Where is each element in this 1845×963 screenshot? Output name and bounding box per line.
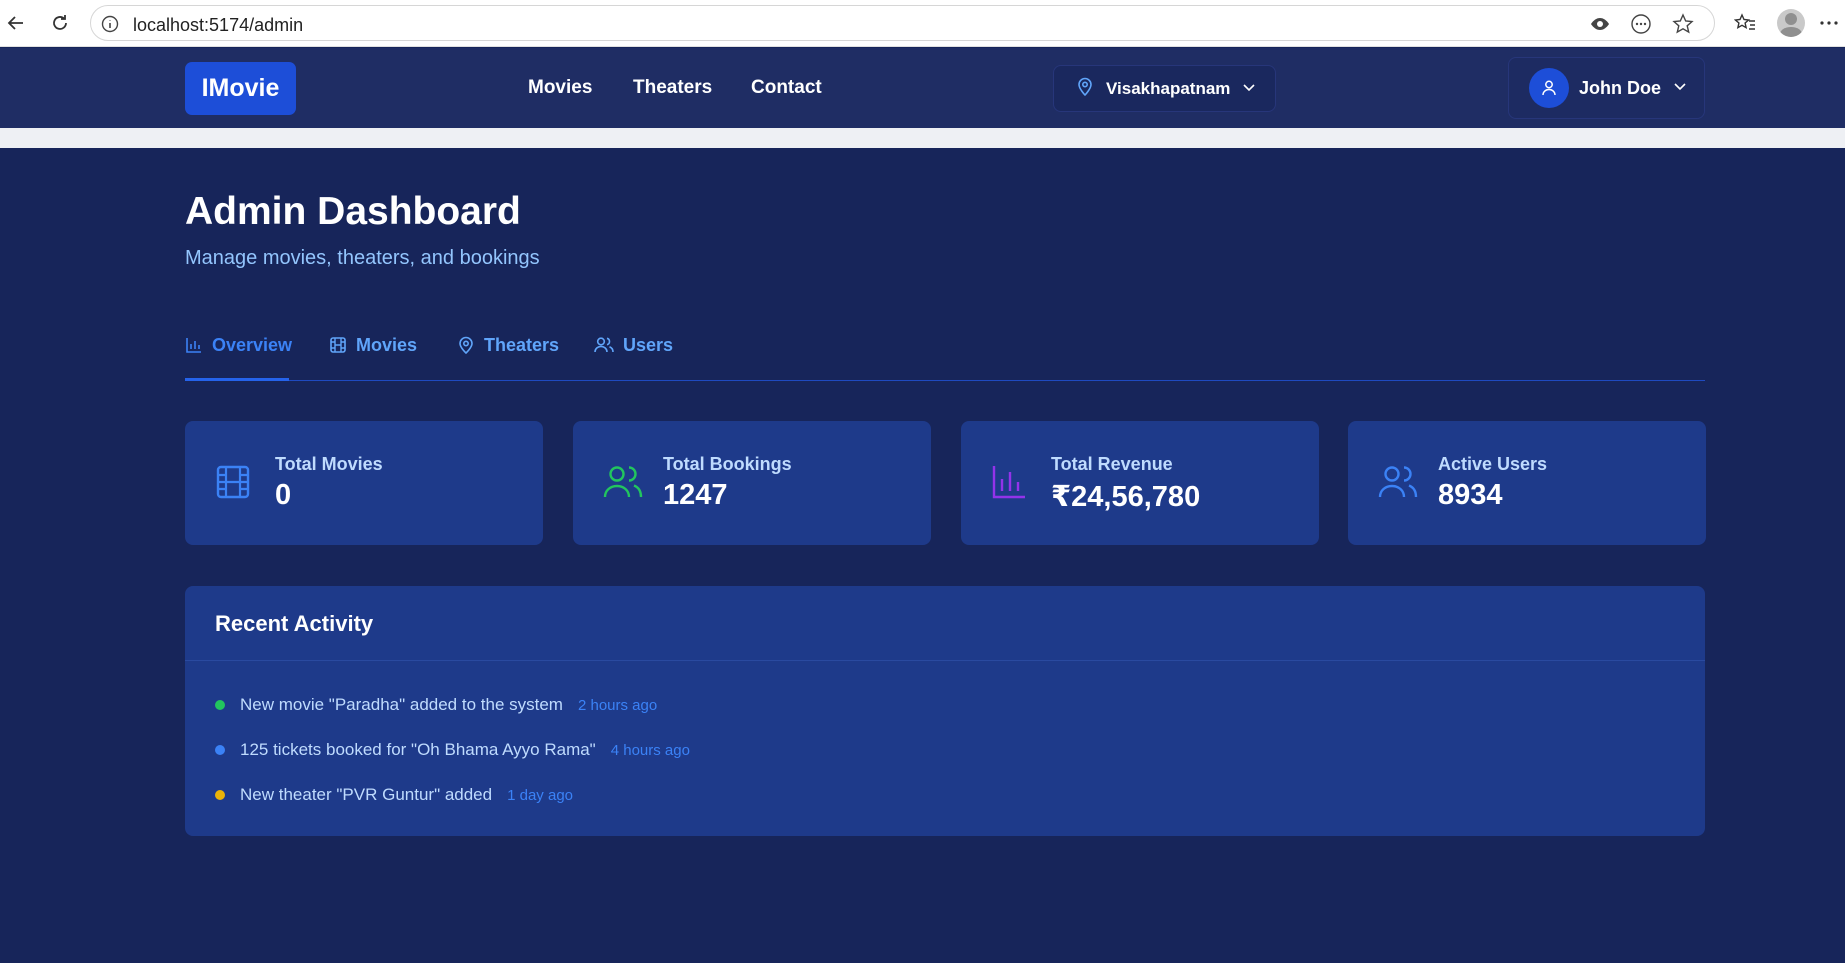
address-bar[interactable]: localhost:5174/admin — [90, 5, 1715, 41]
stat-card-total-movies: Total Movies 0 — [185, 421, 543, 545]
activity-item: New movie "Paradha" added to the system … — [215, 695, 657, 715]
activity-header: Recent Activity — [185, 586, 1705, 661]
page-subtitle: Manage movies, theaters, and bookings — [185, 247, 540, 269]
tab-label: Theaters — [484, 335, 560, 355]
ellipsis-icon[interactable] — [1816, 10, 1842, 36]
activity-time: 4 hours ago — [610, 741, 690, 759]
users-icon — [594, 336, 614, 359]
user-menu[interactable]: John Doe — [1508, 57, 1705, 119]
film-icon — [215, 464, 251, 505]
user-avatar — [1529, 68, 1569, 108]
activity-text: New movie "Paradha" added to the system — [240, 695, 563, 714]
stat-value: 8934 — [1438, 479, 1503, 511]
status-dot — [215, 700, 225, 710]
site-info-icon[interactable] — [101, 15, 119, 38]
activity-text: New theater "PVR Guntur" added — [240, 785, 493, 804]
eye-icon[interactable] — [1588, 12, 1612, 36]
stat-value: ₹24,56,780 — [1051, 481, 1201, 513]
chevron-down-icon — [1242, 80, 1256, 98]
tab-movies[interactable]: Movies — [329, 333, 417, 381]
tab-label: Overview — [212, 335, 293, 355]
tab-label: Users — [623, 335, 674, 355]
activity-time: 2 hours ago — [577, 696, 658, 714]
nav-link-movies[interactable]: Movies — [528, 77, 592, 99]
tab-label: Movies — [356, 335, 418, 355]
stat-card-active-users: Active Users 8934 — [1348, 421, 1706, 545]
tab-theaters[interactable]: Theaters — [457, 333, 559, 381]
stat-label: Total Revenue — [1051, 454, 1173, 474]
activity-item: 125 tickets booked for "Oh Bhama Ayyo Ra… — [215, 740, 690, 760]
city-name: Visakhapatnam — [1106, 78, 1231, 98]
stat-value: 1247 — [663, 479, 728, 511]
tab-overview[interactable]: Overview — [185, 333, 293, 381]
nav-link-contact[interactable]: Contact — [751, 77, 822, 99]
city-selector[interactable]: Visakhapatnam — [1053, 65, 1276, 112]
stat-card-total-bookings: Total Bookings 1247 — [573, 421, 931, 545]
stat-value: 0 — [275, 479, 292, 511]
activity-title: Recent Activity — [215, 611, 374, 636]
favorites-icon[interactable] — [1732, 10, 1758, 36]
nav-link-theaters[interactable]: Theaters — [633, 77, 712, 99]
profile-avatar-icon[interactable] — [1777, 9, 1805, 37]
back-arrow-icon[interactable] — [3, 10, 29, 36]
more-circle-icon[interactable] — [1629, 12, 1653, 36]
stat-label: Total Bookings — [663, 454, 792, 474]
reload-icon[interactable] — [47, 10, 73, 36]
nav-shadow-strip — [0, 128, 1845, 148]
map-pin-icon — [1076, 76, 1094, 101]
activity-text: 125 tickets booked for "Oh Bhama Ayyo Ra… — [240, 740, 596, 759]
stat-label: Total Movies — [275, 454, 383, 474]
logo[interactable]: IMovie — [185, 62, 296, 115]
bar-chart-icon — [991, 464, 1027, 505]
page-title: Admin Dashboard — [185, 190, 521, 233]
chevron-down-icon — [1673, 79, 1687, 97]
star-icon[interactable] — [1671, 12, 1695, 36]
activity-time: 1 day ago — [507, 786, 573, 804]
admin-tabs: Overview Movies Theaters Users — [185, 333, 1705, 381]
map-pin-icon — [457, 336, 475, 359]
stat-label: Active Users — [1438, 454, 1548, 474]
bar-chart-icon — [185, 336, 203, 359]
status-dot — [215, 745, 225, 755]
url-text: localhost:5174/admin — [133, 15, 304, 35]
browser-toolbar: localhost:5174/admin — [0, 0, 1845, 47]
user-icon — [1542, 80, 1556, 96]
stat-card-total-revenue: Total Revenue ₹24,56,780 — [961, 421, 1319, 545]
film-icon — [329, 336, 347, 359]
activity-item: New theater "PVR Guntur" added 1 day ago — [215, 785, 573, 805]
tab-users[interactable]: Users — [594, 333, 673, 381]
users-icon — [603, 464, 643, 505]
recent-activity-panel: Recent Activity New movie "Paradha" adde… — [185, 586, 1705, 836]
users-icon — [1378, 464, 1418, 505]
status-dot — [215, 790, 225, 800]
user-name: John Doe — [1579, 77, 1662, 98]
